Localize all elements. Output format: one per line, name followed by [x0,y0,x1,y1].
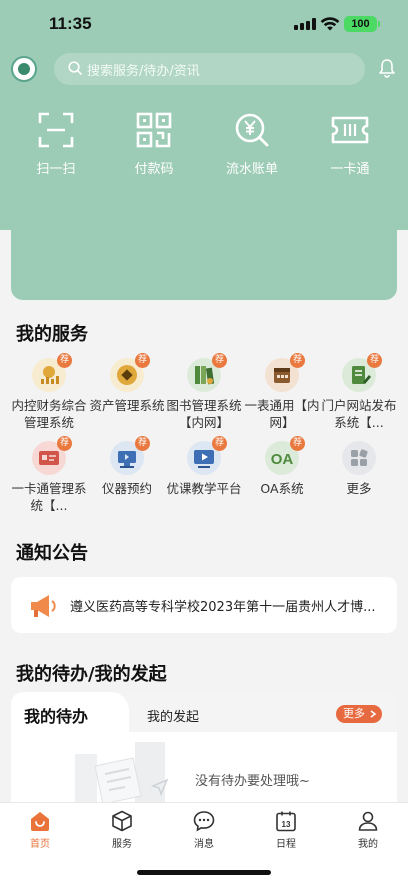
recommend-badge: 荐 [135,436,150,451]
search-input[interactable]: 搜索服务/待办/资讯 [54,53,365,85]
calendar-form-icon: 荐 [265,353,305,392]
tab-schedule-label: 日程 [276,839,296,850]
service-label: 内控财务综合管理系统 [11,398,87,430]
service-label: 仪器预约 [101,481,152,496]
calendar-icon: 13 [276,811,296,832]
service-portal[interactable]: 荐 门户网站发布系统【... [320,353,398,431]
status-time: 11:35 [49,14,92,33]
quick-bill[interactable]: 流水账单 [217,112,287,177]
scan-icon [38,112,74,148]
instrument-icon: 荐 [110,436,150,475]
qr-code-icon [136,112,172,148]
quick-pay-code-label: 付款码 [134,162,174,177]
battery-icon: 100 [344,16,380,32]
tab-services-label: 服务 [112,839,132,850]
recommend-badge: 荐 [212,436,227,451]
service-lesson[interactable]: 荐 优课教学平台 [165,436,243,497]
quick-scan[interactable]: 扫一扫 [21,112,91,177]
quick-card-label: 一卡通 [330,162,370,177]
recommend-badge: 荐 [367,353,382,368]
tab-services[interactable]: 服务 [92,809,152,850]
service-finance[interactable]: 荐 内控财务综合管理系统 [10,353,88,431]
service-card-mgmt[interactable]: 荐 一卡通管理系统【... [10,436,88,514]
more-button[interactable]: 更多 [336,705,382,723]
svg-text:13: 13 [282,820,291,829]
tab-my-initiated[interactable]: 我的发起 [147,706,199,725]
service-asset[interactable]: 荐 资产管理系统 [88,353,166,414]
signal-icon [294,18,316,30]
quick-scan-label: 扫一扫 [36,162,76,177]
tab-my-todo[interactable]: 我的待办 [11,692,129,732]
tab-mine[interactable]: 我的 [338,809,398,850]
search-icon [68,61,82,75]
service-form[interactable]: 荐 一表通用【内网】 [243,353,321,431]
megaphone-icon [31,595,56,617]
service-label: 更多 [346,481,372,496]
tab-home[interactable]: 首页 [10,809,70,850]
document-edit-icon: 荐 [342,353,382,392]
finance-icon: 荐 [32,353,72,392]
bell-icon[interactable] [378,58,396,78]
books-icon: 荐 [187,353,227,392]
notice-text: 遵义医药高等专科学校2023年第十一届贵州人才博... [70,600,376,615]
recommend-badge: 荐 [290,436,305,451]
service-label: 图书管理系统【内网】 [166,398,242,430]
service-label: 优课教学平台 [166,481,242,496]
recommend-badge: 荐 [135,353,150,368]
todo-title: 我的待办/我的发起 [16,664,167,685]
quick-pay-code[interactable]: 付款码 [119,112,189,177]
tab-my-todo-label: 我的待办 [24,707,89,726]
todo-card: 我的待办 我的发起 更多 没有待办要处理哦~ [11,692,397,804]
cube-icon [112,810,132,832]
service-instrument[interactable]: 荐 仪器预约 [88,436,166,497]
user-icon [358,811,378,831]
more-button-label: 更多 [343,707,365,720]
oa-icon: OA 荐 [265,436,305,475]
service-library[interactable]: 荐 图书管理系统【内网】 [165,353,243,431]
tab-schedule[interactable]: 13 日程 [256,809,316,850]
quick-bill-label: 流水账单 [225,162,278,177]
tab-messages-label: 消息 [194,839,214,850]
search-placeholder: 搜索服务/待办/资讯 [87,64,200,79]
recommend-badge: 荐 [57,436,72,451]
id-card-icon: 荐 [32,436,72,475]
service-label: 门户网站发布系统【... [321,398,397,430]
tab-mine-label: 我的 [358,839,378,850]
status-bar: 11:35 100 [0,0,408,50]
grid-more-icon [342,441,376,475]
header-bottom-panel [11,230,397,300]
message-icon [193,811,215,832]
empty-message: 没有待办要处理哦~ [195,774,310,789]
asset-icon: 荐 [110,353,150,392]
service-label: 资产管理系统 [89,398,165,413]
recommend-badge: 荐 [57,353,72,368]
tab-home-label: 首页 [30,839,50,850]
services-title: 我的服务 [16,324,88,345]
service-label: OA系统 [260,481,304,496]
chevron-right-icon [370,710,376,718]
svg-text:OA: OA [271,451,294,468]
service-more[interactable]: 更多 [320,441,398,497]
notice-card[interactable]: 遵义医药高等专科学校2023年第十一届贵州人才博... [11,577,397,633]
notice-title: 通知公告 [16,543,88,564]
home-icon [31,812,49,831]
recommend-badge: 荐 [212,353,227,368]
tab-messages[interactable]: 消息 [174,809,234,850]
recommend-badge: 荐 [290,353,305,368]
yuan-search-icon [235,113,269,147]
school-logo [11,56,37,82]
card-icon [331,116,369,144]
wifi-icon [320,17,340,31]
video-lesson-icon: 荐 [187,436,227,475]
quick-card[interactable]: 一卡通 [315,112,385,177]
empty-illustration [75,742,169,804]
service-label: 一表通用【内网】 [244,398,320,430]
service-label: 一卡通管理系统【... [11,481,87,513]
service-oa[interactable]: OA 荐 OA系统 [243,436,321,497]
home-indicator [137,870,271,875]
